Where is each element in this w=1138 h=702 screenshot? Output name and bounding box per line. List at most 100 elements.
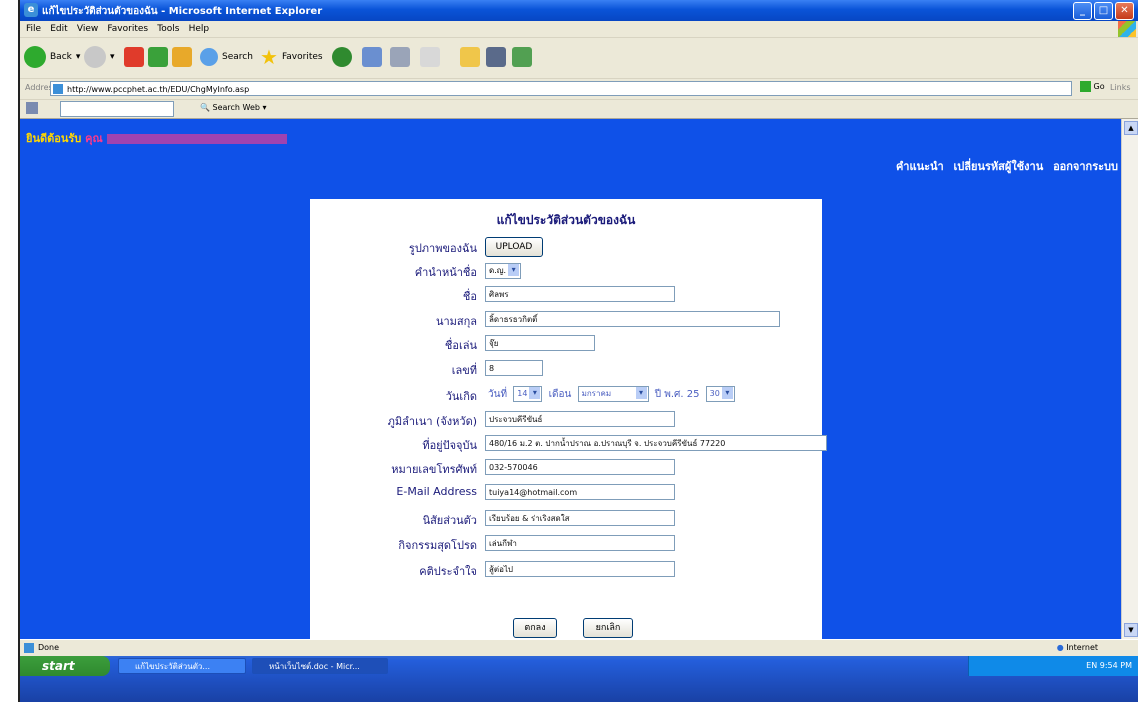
taskbar-item-word[interactable]: หน้าเว็บไซต์.doc - Micr... (252, 658, 388, 674)
stop-icon[interactable] (124, 47, 144, 67)
row-motto: คติประจำใจ สู้ต่อไป (310, 560, 822, 580)
user-name: คุณ (85, 132, 107, 145)
row-firstname: ชื่อ ศิลพร (310, 285, 822, 305)
user-name-redacted (106, 134, 287, 144)
title-select[interactable]: ด.ญ. (485, 263, 522, 279)
toolbar: Back ▾ ▾ Search ★ Favorites (20, 38, 1138, 79)
nav-change-password-link[interactable]: เปลี่ยนรหัสผู้ใช้งาน (954, 160, 1044, 173)
row-hometown: ภูมิลำเนา (จังหวัด) ประจวบคีรีขันธ์ (310, 410, 822, 430)
vertical-scrollbar[interactable]: ▲ ▼ (1121, 119, 1138, 639)
activity-input[interactable]: เล่นกีฬา (485, 535, 675, 551)
hometown-input[interactable]: ประจวบคีรีขันธ์ (485, 411, 675, 427)
windows-logo-icon (1118, 21, 1136, 37)
row-activity: กิจกรรมสุดโปรด เล่นกีฬา (310, 534, 822, 554)
favorites-button[interactable]: ★ Favorites (260, 43, 323, 71)
back-button[interactable]: Back ▾ (24, 43, 80, 71)
menu-bar: File Edit View Favorites Tools Help (20, 21, 1138, 38)
toolbar-search-input[interactable] (60, 101, 174, 117)
back-arrow-icon (24, 46, 46, 68)
scroll-up-icon[interactable]: ▲ (1124, 121, 1138, 135)
links-button[interactable]: Links (1110, 83, 1131, 92)
mail-icon[interactable] (362, 47, 382, 67)
toolbar-logo-icon (26, 102, 38, 114)
page-status-icon (24, 643, 34, 653)
menu-tools[interactable]: Tools (157, 21, 179, 37)
upload-button[interactable]: UPLOAD (485, 237, 543, 257)
search-toolbar: 🔍 Search Web ▾ (20, 100, 1138, 119)
menu-view[interactable]: View (77, 21, 98, 37)
refresh-icon[interactable] (148, 47, 168, 67)
status-text: Done (38, 643, 60, 652)
year-select[interactable]: 30 (705, 386, 735, 402)
home-icon[interactable] (172, 47, 192, 67)
cancel-button[interactable]: ยกเลิก (583, 618, 633, 638)
messenger-icon[interactable] (512, 47, 532, 67)
birthday-group: วันที่ 14 เดือน มกราคม ปี พ.ศ. 25 30 (485, 386, 735, 402)
search-web-button[interactable]: 🔍 Search Web ▾ (200, 103, 267, 112)
edit-icon[interactable] (420, 47, 440, 67)
day-select[interactable]: 14 (513, 386, 543, 402)
row-birthday: วันเกิด วันที่ 14 เดือน มกราคม ปี พ.ศ. 2… (310, 385, 822, 405)
firstname-input[interactable]: ศิลพร (485, 286, 675, 302)
nickname-input[interactable]: จุ๊ย (485, 335, 595, 351)
lastname-input[interactable]: ลิ้ดาธรธวกิตติ์ (485, 311, 780, 327)
search-button[interactable]: Search (200, 43, 253, 71)
scroll-down-icon[interactable]: ▼ (1124, 623, 1138, 637)
page-content: ยินดีต้อนรับ คุณ คำแนะนำ เปลี่ยนรหัสผู้ใ… (20, 119, 1122, 639)
nav-help-link[interactable]: คำแนะนำ (896, 160, 944, 173)
month-select[interactable]: มกราคม (577, 386, 649, 402)
browser-window: e แก้ไขประวัติส่วนตัวของฉัน - Microsoft … (20, 0, 1138, 702)
address-bar: Address http://www.pccphet.ac.th/EDU/Chg… (20, 79, 1138, 100)
page-margin (0, 0, 20, 702)
go-button[interactable]: Go (1080, 81, 1105, 92)
taskbar-item-browser[interactable]: แก้ไขประวัติส่วนตัว... (118, 658, 246, 674)
star-icon: ★ (260, 45, 278, 69)
research-icon[interactable] (486, 47, 506, 67)
number-input[interactable]: 8 (485, 360, 543, 376)
status-bar: Done ● Internet (20, 639, 1138, 656)
maximize-button[interactable]: □ (1094, 2, 1113, 20)
go-arrow-icon (1080, 81, 1091, 92)
forward-arrow-icon (84, 46, 106, 68)
row-lastname: นามสกุล ลิ้ดาธรธวกิตติ์ (310, 310, 822, 330)
row-photo: รูปภาพของฉัน UPLOAD (310, 237, 822, 257)
row-nickname: ชื่อเล่น จุ๊ย (310, 334, 822, 354)
system-tray: EN 9:54 PM (968, 656, 1138, 676)
row-personality: นิสัยส่วนตัว เรียบร้อย & ร่าเริงสดใส (310, 509, 822, 529)
start-button[interactable]: start (20, 656, 110, 676)
print-icon[interactable] (390, 47, 410, 67)
close-button[interactable]: ✕ (1115, 2, 1134, 20)
edit-profile-form: แก้ไขประวัติส่วนตัวของฉัน รูปภาพของฉัน U… (310, 199, 827, 639)
minimize-button[interactable]: _ (1073, 2, 1092, 20)
motto-input[interactable]: สู้ต่อไป (485, 561, 675, 577)
row-phone: หมายเลขโทรศัพท์ 032-570046 (310, 458, 822, 478)
form-heading: แก้ไขประวัติส่วนตัวของฉัน (496, 213, 636, 227)
search-icon (200, 48, 218, 66)
ie-icon: e (24, 3, 38, 17)
address-field[interactable]: 480/16 ม.2 ต. ปากน้ำปราณ อ.ปราณบุรี จ. ป… (485, 435, 827, 451)
menu-file[interactable]: File (26, 21, 41, 37)
menu-edit[interactable]: Edit (50, 21, 67, 37)
forward-button[interactable]: ▾ (84, 43, 115, 71)
window-title: แก้ไขประวัติส่วนตัวของฉัน - Microsoft In… (42, 6, 323, 17)
zone-indicator: ● Internet (1056, 643, 1098, 652)
menu-help[interactable]: Help (189, 21, 210, 37)
history-icon[interactable] (332, 47, 352, 67)
submit-button[interactable]: ตกลง (513, 618, 557, 638)
top-nav: คำแนะนำ เปลี่ยนรหัสผู้ใช้งาน ออกจากระบบ (890, 157, 1118, 175)
phone-input[interactable]: 032-570046 (485, 459, 675, 475)
address-input[interactable]: http://www.pccphet.ac.th/EDU/ChgMyInfo.a… (50, 81, 1072, 96)
menu-favorites[interactable]: Favorites (107, 21, 148, 37)
page-icon (53, 84, 63, 94)
taskbar: start แก้ไขประวัติส่วนตัว... หน้าเว็บไซต… (20, 656, 1138, 702)
title-bar: e แก้ไขประวัติส่วนตัวของฉัน - Microsoft … (20, 0, 1138, 21)
row-number: เลขที่ 8 (310, 359, 822, 379)
row-title: คำนำหน้าชื่อ ด.ญ. (310, 261, 822, 281)
email-input[interactable]: tuiya14@hotmail.com (485, 484, 675, 500)
globe-icon: ● (1056, 643, 1064, 652)
welcome-message: ยินดีต้อนรับ คุณ (26, 129, 287, 147)
row-address: ที่อยู่ปัจจุบัน 480/16 ม.2 ต. ปากน้ำปราณ… (310, 434, 827, 454)
personality-input[interactable]: เรียบร้อย & ร่าเริงสดใส (485, 510, 675, 526)
folder-icon[interactable] (460, 47, 480, 67)
nav-logout-link[interactable]: ออกจากระบบ (1053, 160, 1118, 173)
